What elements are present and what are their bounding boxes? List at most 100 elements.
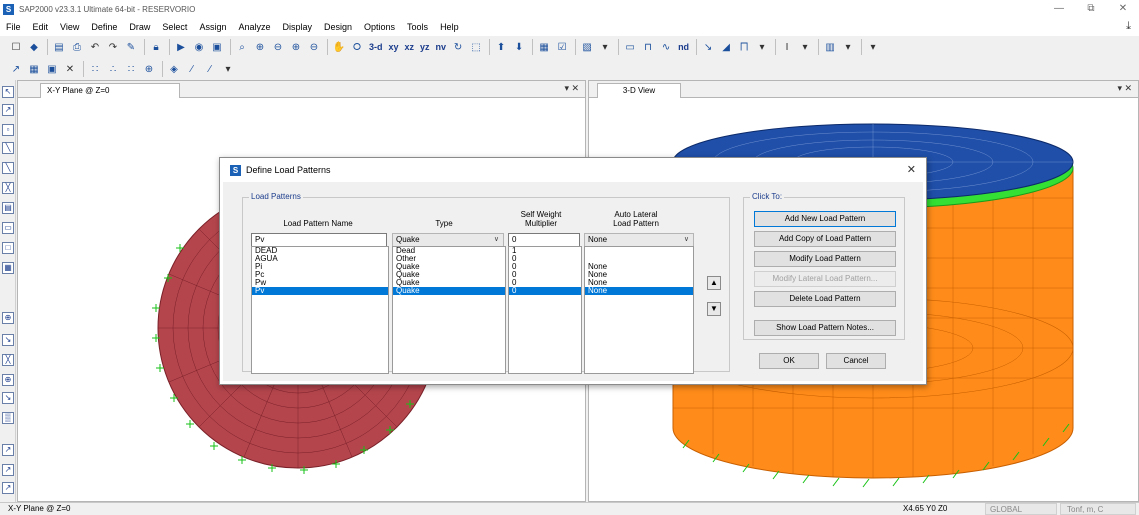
select-all-icon[interactable]: ▦ bbox=[26, 61, 42, 77]
minimize-button[interactable]: — bbox=[1043, 0, 1075, 18]
set-view-icon[interactable]: ⭘ bbox=[349, 39, 365, 55]
menu-design[interactable]: Design bbox=[324, 22, 352, 32]
auto-lateral-select[interactable]: None bbox=[584, 233, 694, 247]
zoom-previous-icon[interactable]: ⊖ bbox=[306, 39, 322, 55]
view-yz-button[interactable]: yz bbox=[418, 39, 432, 55]
snap-points-icon[interactable]: ∴ bbox=[105, 61, 121, 77]
draw-rect-area-icon[interactable]: ▭ bbox=[2, 222, 14, 234]
draw-poly-area-icon[interactable]: ▤ bbox=[2, 202, 14, 214]
list-item[interactable]: 0 bbox=[509, 279, 581, 287]
pan-hand-icon[interactable]: ✋ bbox=[331, 39, 347, 55]
list-item-selected[interactable]: 0 bbox=[509, 287, 581, 295]
lock-icon[interactable]: 🔒︎ bbox=[148, 39, 164, 55]
view-xz-button[interactable]: xz bbox=[403, 39, 417, 55]
xy-window-controls[interactable]: ▾ ✕ bbox=[564, 83, 579, 94]
dropdown-arrow-icon[interactable]: ▾ bbox=[840, 39, 856, 55]
open-icon[interactable]: ◆ bbox=[26, 39, 42, 55]
object-shrink-icon[interactable]: ▦ bbox=[536, 39, 552, 55]
move-up-button[interactable]: ▲ bbox=[707, 276, 721, 290]
view-nv-button[interactable]: nv bbox=[434, 39, 449, 55]
show-results-icon[interactable]: ⨅ bbox=[736, 39, 752, 55]
draw-special-joint-icon[interactable]: ╳ bbox=[2, 354, 14, 366]
list-item-selected[interactable]: None bbox=[585, 287, 693, 295]
clear-selection-icon[interactable]: ↗ bbox=[2, 482, 14, 494]
dropdown-arrow-icon[interactable]: ▾ bbox=[754, 39, 770, 55]
add-new-load-pattern-button[interactable]: Add New Load Pattern bbox=[754, 211, 896, 227]
list-item[interactable]: 1 bbox=[509, 247, 581, 255]
ok-button[interactable]: OK bbox=[759, 353, 819, 369]
coord-system-select[interactable]: GLOBAL bbox=[985, 503, 1057, 515]
snap-grid-icon[interactable]: ∷ bbox=[123, 61, 139, 77]
zoom-fit-icon[interactable]: ⊕ bbox=[288, 39, 304, 55]
list-item[interactable]: 0 bbox=[509, 263, 581, 271]
menu-tools[interactable]: Tools bbox=[407, 22, 428, 32]
menu-define[interactable]: Define bbox=[91, 22, 117, 32]
list-item-selected[interactable]: Pv bbox=[252, 287, 388, 295]
units-select[interactable]: Tonf, m, C bbox=[1060, 503, 1136, 515]
dialog-close-button[interactable]: ✕ bbox=[907, 163, 916, 176]
reshape-tool-icon[interactable]: ↗ bbox=[2, 104, 14, 116]
menu-view[interactable]: View bbox=[60, 22, 79, 32]
draw-section-cut-icon[interactable]: ⊕ bbox=[2, 374, 14, 386]
snap-ends-icon[interactable]: ∕ bbox=[202, 61, 218, 77]
show-undeformed-icon[interactable]: ▧ bbox=[579, 39, 595, 55]
list-item[interactable]: Pc bbox=[252, 271, 388, 279]
nd-button[interactable]: nd bbox=[676, 39, 691, 55]
quick-draw-area-icon[interactable]: □ bbox=[2, 242, 14, 254]
section-designer-icon[interactable]: I bbox=[779, 39, 795, 55]
menu-display[interactable]: Display bbox=[282, 22, 312, 32]
zoom-out-icon[interactable]: ⊖ bbox=[270, 39, 286, 55]
edit-pencil-icon[interactable]: ✎ bbox=[123, 39, 139, 55]
draw-reference-icon[interactable]: ▒ bbox=[2, 412, 14, 424]
rotate-icon[interactable]: ↻ bbox=[450, 39, 466, 55]
dropdown-arrow-icon[interactable]: ▾ bbox=[865, 39, 881, 55]
menu-file[interactable]: File bbox=[6, 22, 21, 32]
cancel-button[interactable]: Cancel bbox=[826, 353, 886, 369]
modify-load-pattern-button[interactable]: Modify Load Pattern bbox=[754, 251, 896, 267]
modify-lateral-load-pattern-button[interactable]: Modify Lateral Load Pattern... bbox=[754, 271, 896, 287]
run-options-icon[interactable]: ◉ bbox=[191, 39, 207, 55]
snap-perpendicular-icon[interactable]: ◈ bbox=[166, 61, 182, 77]
menu-assign[interactable]: Assign bbox=[199, 22, 226, 32]
menu-options[interactable]: Options bbox=[364, 22, 395, 32]
add-copy-load-pattern-button[interactable]: Add Copy of Load Pattern bbox=[754, 231, 896, 247]
quick-draw-frame-icon[interactable]: ╲ bbox=[2, 162, 14, 174]
list-item[interactable]: 0 bbox=[509, 271, 581, 279]
dropdown-arrow-icon[interactable]: ▾ bbox=[797, 39, 813, 55]
auto-lateral-list[interactable]: None None None None bbox=[584, 246, 694, 374]
save-icon[interactable]: ▤ bbox=[51, 39, 67, 55]
quick-draw-braces-icon[interactable]: ╳ bbox=[2, 182, 14, 194]
draw-tool-icon[interactable]: ↗ bbox=[8, 61, 24, 77]
display-options-icon[interactable]: ☑ bbox=[554, 39, 570, 55]
menu-help[interactable]: Help bbox=[440, 22, 459, 32]
draw-solid-icon[interactable]: ▦ bbox=[2, 262, 14, 274]
draw-frame-icon[interactable]: ╲ bbox=[2, 142, 14, 154]
draw-dimension-icon[interactable]: ↘ bbox=[2, 392, 14, 404]
list-item-selected[interactable]: Quake bbox=[393, 287, 505, 295]
print-icon[interactable]: ⎙ bbox=[69, 39, 85, 55]
tables-icon[interactable]: ▥ bbox=[822, 39, 838, 55]
copy-icon[interactable]: ▣ bbox=[44, 61, 60, 77]
dropdown-arrow-icon[interactable]: ▾ bbox=[220, 61, 236, 77]
undo-icon[interactable]: ↶ bbox=[87, 39, 103, 55]
delete-icon[interactable]: ✕ bbox=[62, 61, 78, 77]
move-down-button[interactable]: ▼ bbox=[707, 302, 721, 316]
move-down-icon[interactable]: ⬇ bbox=[511, 39, 527, 55]
self-weight-multiplier-input[interactable]: 0 bbox=[508, 233, 580, 247]
load-pattern-name-list[interactable]: DEAD AGUA Pi Pc Pw Pv bbox=[251, 246, 389, 374]
perspective-icon[interactable]: ⬚ bbox=[468, 39, 484, 55]
show-stresses-icon[interactable]: ◢ bbox=[718, 39, 734, 55]
type-select[interactable]: Quake bbox=[392, 233, 504, 247]
select-all-tool-icon[interactable]: ↗ bbox=[2, 444, 14, 456]
dropdown-arrow-icon[interactable]: ▾ bbox=[597, 39, 613, 55]
run-analysis-icon[interactable]: ▶ bbox=[173, 39, 189, 55]
download-icon[interactable]: ⤓ bbox=[1126, 20, 1131, 33]
list-item[interactable]: 0 bbox=[509, 255, 581, 263]
type-list[interactable]: Dead Other Quake Quake Quake Quake bbox=[392, 246, 506, 374]
draw-joint-icon[interactable]: ▫ bbox=[2, 124, 14, 136]
restore-button[interactable]: ⧉ bbox=[1075, 0, 1107, 18]
zoom-window-icon[interactable]: ⌕ bbox=[234, 39, 250, 55]
list-item[interactable]: AGUA bbox=[252, 255, 388, 263]
redo-icon[interactable]: ↷ bbox=[105, 39, 121, 55]
3d-window-controls[interactable]: ▾ ✕ bbox=[1117, 83, 1132, 94]
